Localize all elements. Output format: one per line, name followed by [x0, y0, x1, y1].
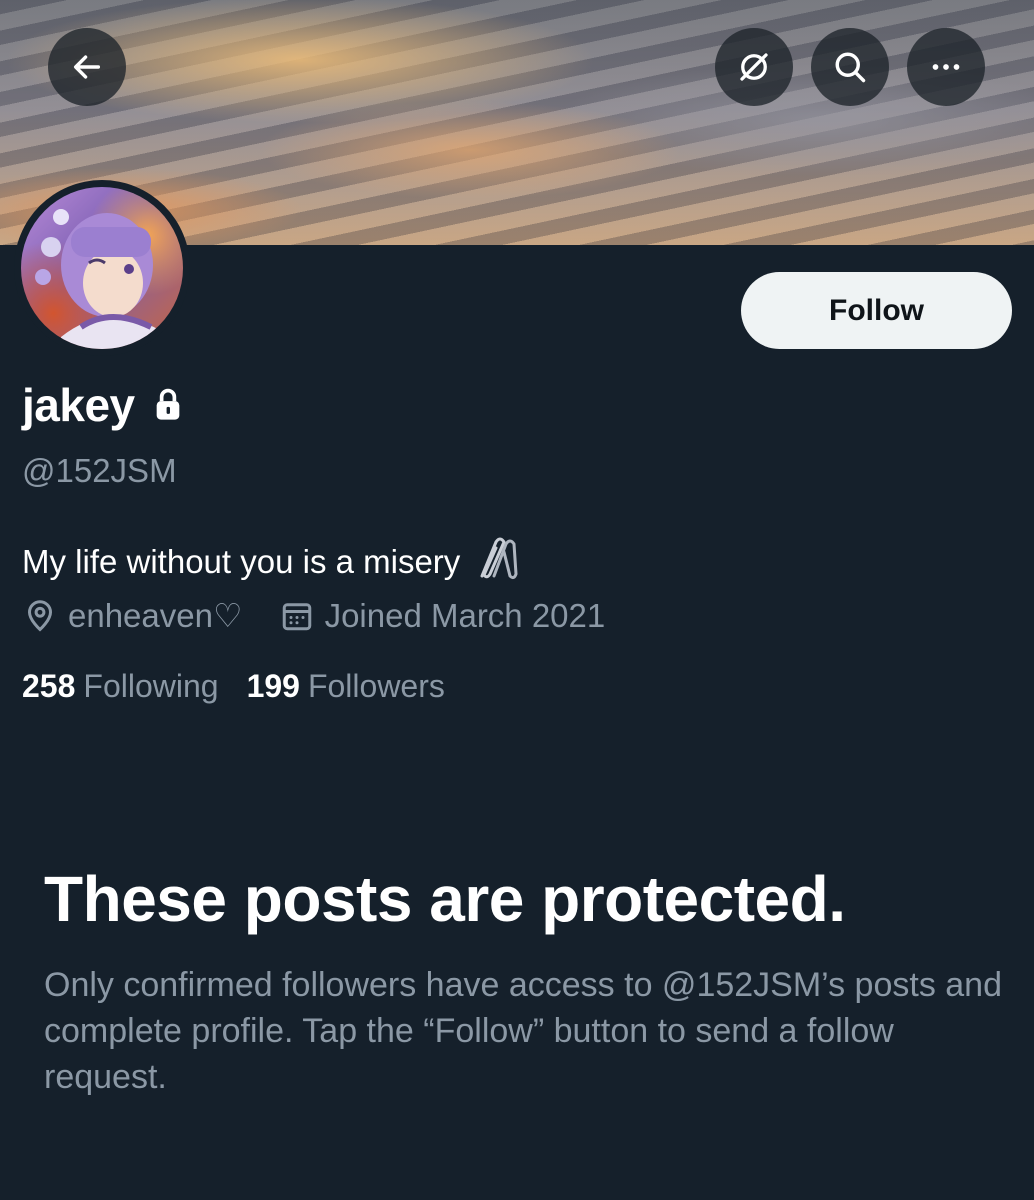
search-button[interactable]: [811, 28, 889, 106]
followers-label: Followers: [307, 668, 445, 704]
bio: My life without you is a misery: [22, 534, 522, 590]
following-link[interactable]: 258 Following: [22, 668, 219, 705]
back-button[interactable]: [48, 28, 126, 106]
display-name: jakey: [22, 379, 135, 431]
avatar-illustration: [35, 209, 171, 349]
follow-button[interactable]: Follow: [741, 272, 1012, 349]
arrow-left-icon: [73, 55, 101, 79]
protected-description: Only confirmed followers have access to …: [44, 966, 1002, 1096]
avatar-image: [21, 187, 183, 349]
paperclips-emoji: [472, 534, 522, 590]
bio-text: My life without you is a misery: [22, 543, 461, 580]
following-label: Following: [83, 668, 219, 704]
follow-stats: 258 Following 199 Followers: [22, 668, 473, 705]
lock-icon: [153, 378, 183, 432]
followers-link[interactable]: 199 Followers: [247, 668, 445, 705]
grok-button[interactable]: [715, 28, 793, 106]
followers-count: 199: [246, 668, 300, 704]
location-item: enheaven♡: [22, 596, 243, 635]
search-icon: [835, 52, 866, 83]
joined-text: Joined March 2021: [324, 596, 606, 634]
location-text: enheaven♡: [68, 597, 243, 634]
joined-item: Joined March 2021: [279, 596, 606, 635]
more-horizontal-icon: [932, 64, 960, 70]
calendar-icon: [282, 602, 311, 630]
profile-meta: enheaven♡ Joined March 2021: [22, 596, 641, 635]
following-count: 258: [22, 668, 76, 704]
protected-title: These posts are protected.: [44, 863, 846, 935]
more-button[interactable]: [907, 28, 985, 106]
user-handle: @152JSM: [22, 452, 177, 489]
location-pin-icon: [27, 599, 53, 632]
grok-slash-icon: [740, 53, 768, 81]
display-name-row: jakey: [22, 378, 183, 432]
avatar[interactable]: [14, 180, 190, 356]
